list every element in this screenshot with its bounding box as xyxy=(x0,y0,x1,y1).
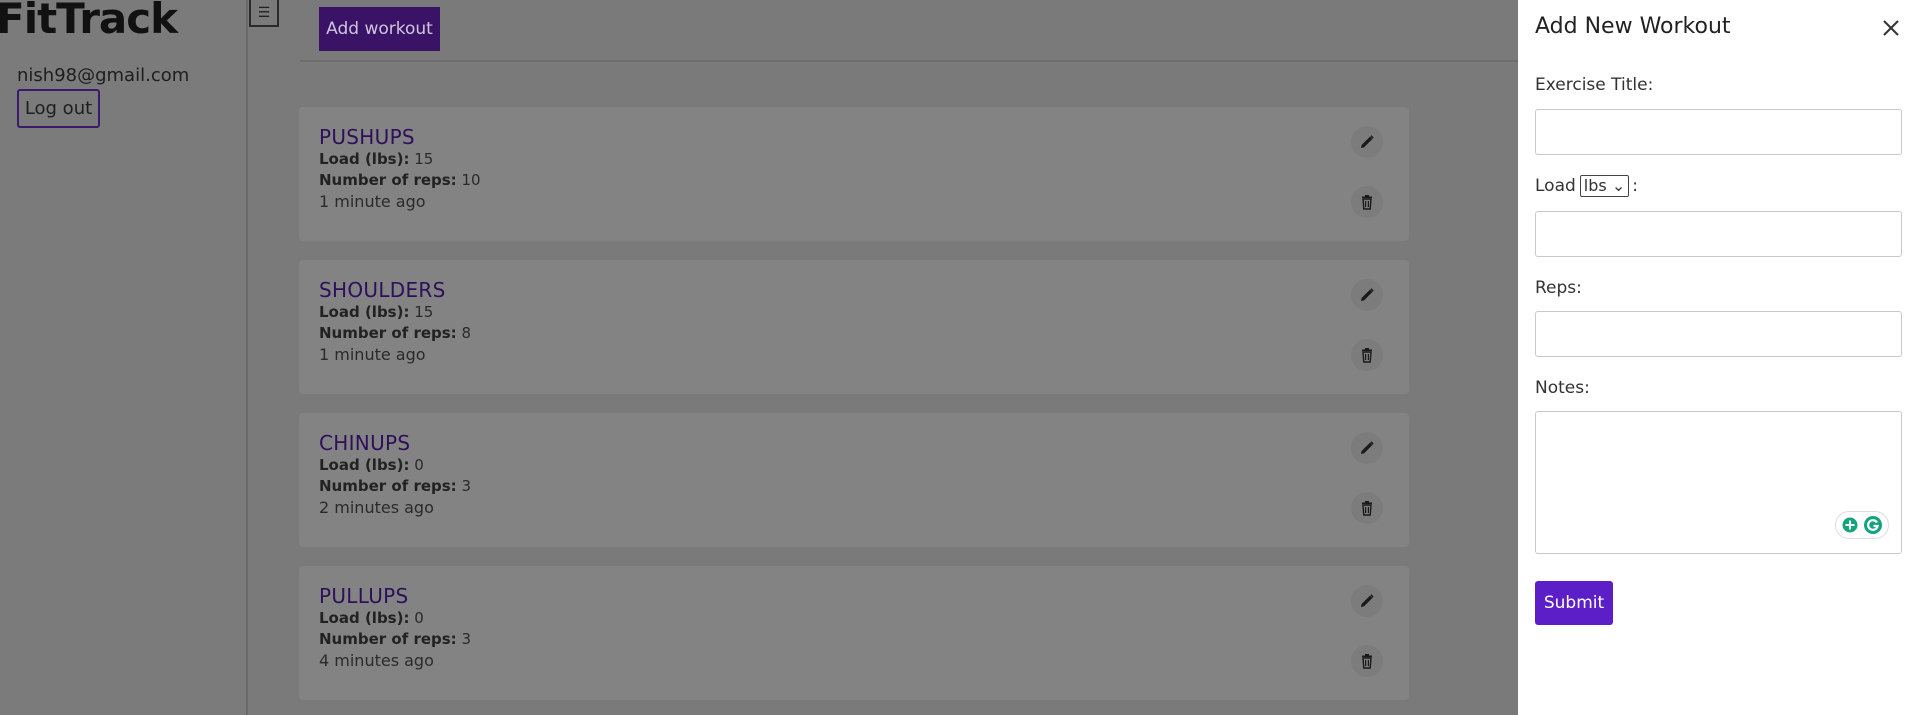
chevron-down-icon: ⌄ xyxy=(1611,176,1626,195)
load-field-label: Load lbs ⌄: xyxy=(1535,175,1638,197)
workout-load: Load (lbs): 15 xyxy=(319,149,1389,170)
workout-title: CHINUPS xyxy=(319,431,411,455)
workout-title: SHOULDERS xyxy=(319,278,446,302)
workout-reps: Number of reps: 3 xyxy=(319,629,1389,650)
pencil-icon xyxy=(1361,594,1374,607)
edit-button[interactable] xyxy=(1351,279,1383,311)
reps-label: Number of reps: xyxy=(319,477,457,495)
menu-toggle-button[interactable]: ☰ xyxy=(249,0,279,27)
workout-card: CHINUPS Load (lbs): 0 Number of reps: 3 … xyxy=(299,413,1409,547)
load-value: 15 xyxy=(414,303,434,321)
close-button[interactable] xyxy=(1881,18,1901,38)
delete-button[interactable] xyxy=(1351,339,1383,371)
load-value: 0 xyxy=(414,609,424,627)
reps-input[interactable] xyxy=(1535,311,1902,357)
reps-label: Reps: xyxy=(1535,278,1582,298)
pencil-icon xyxy=(1361,135,1374,148)
workout-load: Load (lbs): 0 xyxy=(319,455,1389,476)
load-value: 0 xyxy=(414,456,424,474)
reps-value: 3 xyxy=(461,630,472,648)
exercise-title-label: Exercise Title: xyxy=(1535,75,1654,95)
edit-button[interactable] xyxy=(1351,126,1383,158)
trash-icon xyxy=(1362,195,1372,210)
load-label: Load (lbs): xyxy=(319,303,410,321)
notes-label: Notes: xyxy=(1535,378,1590,398)
app-logo: FitTrack xyxy=(0,0,178,43)
workout-reps: Number of reps: 10 xyxy=(319,170,1389,191)
add-workout-button[interactable]: Add workout xyxy=(319,7,440,51)
delete-button[interactable] xyxy=(1351,186,1383,218)
workout-timestamp: 4 minutes ago xyxy=(319,651,434,670)
workout-card: SHOULDERS Load (lbs): 15 Number of reps:… xyxy=(299,260,1409,394)
reps-value: 3 xyxy=(461,477,472,495)
reps-label: Number of reps: xyxy=(319,171,457,189)
load-label: Load (lbs): xyxy=(319,456,410,474)
user-email: nish98@gmail.com xyxy=(17,65,190,86)
sparkle-icon xyxy=(1842,517,1858,533)
drawer-title: Add New Workout xyxy=(1535,14,1731,39)
close-icon xyxy=(1883,20,1899,36)
edit-button[interactable] xyxy=(1351,432,1383,464)
load-value: 15 xyxy=(414,150,434,168)
load-label-text: Load xyxy=(1535,176,1576,196)
delete-button[interactable] xyxy=(1351,645,1383,677)
logout-button[interactable]: Log out xyxy=(17,89,100,128)
edit-button[interactable] xyxy=(1351,585,1383,617)
grammarly-icon xyxy=(1864,516,1883,534)
load-unit-value: lbs xyxy=(1583,176,1607,195)
grammarly-widget[interactable] xyxy=(1835,511,1889,539)
workout-timestamp: 1 minute ago xyxy=(319,345,426,364)
workout-card: PUSHUPS Load (lbs): 15 Number of reps: 1… xyxy=(299,107,1409,241)
workout-card: PULLUPS Load (lbs): 0 Number of reps: 3 … xyxy=(299,566,1409,700)
workout-title: PUSHUPS xyxy=(319,125,415,149)
pencil-icon xyxy=(1361,441,1374,454)
hamburger-icon: ☰ xyxy=(257,4,271,21)
load-label: Load (lbs): xyxy=(319,150,410,168)
load-input[interactable] xyxy=(1535,211,1902,257)
load-label: Load (lbs): xyxy=(319,609,410,627)
reps-value: 10 xyxy=(461,171,481,189)
workout-timestamp: 2 minutes ago xyxy=(319,498,434,517)
add-workout-drawer: Add New Workout Exercise Title: Load lbs … xyxy=(1518,0,1916,715)
workout-load: Load (lbs): 0 xyxy=(319,608,1389,629)
load-colon: : xyxy=(1632,176,1638,196)
workout-reps: Number of reps: 3 xyxy=(319,476,1389,497)
topbar-divider xyxy=(300,60,1520,62)
sidebar: FitTrack nish98@gmail.com Log out xyxy=(0,0,248,715)
notes-textarea[interactable] xyxy=(1535,411,1902,554)
trash-icon xyxy=(1362,654,1372,669)
load-unit-select[interactable]: lbs ⌄ xyxy=(1579,175,1630,197)
delete-button[interactable] xyxy=(1351,492,1383,524)
workout-list: PUSHUPS Load (lbs): 15 Number of reps: 1… xyxy=(299,107,1409,715)
pencil-icon xyxy=(1361,288,1374,301)
workout-title: PULLUPS xyxy=(319,584,409,608)
reps-label: Number of reps: xyxy=(319,324,457,342)
workout-reps: Number of reps: 8 xyxy=(319,323,1389,344)
trash-icon xyxy=(1362,501,1372,516)
submit-button[interactable]: Submit xyxy=(1535,581,1613,625)
workout-load: Load (lbs): 15 xyxy=(319,302,1389,323)
exercise-title-input[interactable] xyxy=(1535,109,1902,155)
reps-value: 8 xyxy=(461,324,472,342)
reps-label: Number of reps: xyxy=(319,630,457,648)
trash-icon xyxy=(1362,348,1372,363)
workout-timestamp: 1 minute ago xyxy=(319,192,426,211)
